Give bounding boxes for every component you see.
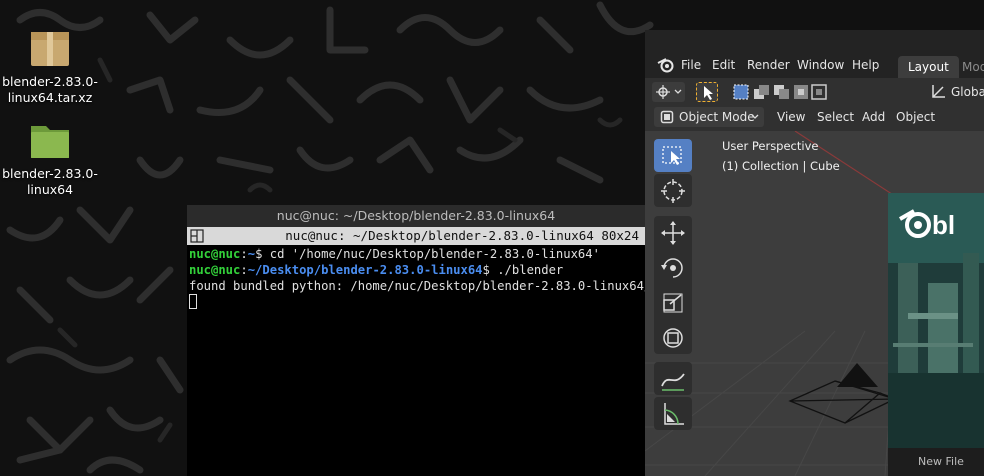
menu-window[interactable]: Window <box>797 58 844 72</box>
chevron-down-icon <box>751 114 759 119</box>
mode-dropdown-label: Object Mode <box>679 110 755 124</box>
prompt-path: ~ <box>247 247 256 261</box>
splash-screen[interactable]: bl <box>888 193 984 476</box>
transform-icon <box>663 328 683 348</box>
selection-mode-icons[interactable] <box>732 83 828 101</box>
transform-orientation-dropdown[interactable]: Global <box>951 85 984 99</box>
workspace-tab-layout[interactable]: Layout <box>898 56 959 78</box>
blender-window[interactable]: File Edit Render Window Help Layout Mod <box>645 30 984 476</box>
terminal-output[interactable]: nuc@nuc:~$ cd '/home/nuc/Desktop/blender… <box>187 245 645 311</box>
tool-cursor[interactable] <box>654 174 692 207</box>
annotate-icon <box>661 373 685 391</box>
desktop-icon-archive[interactable]: blender-2.83.0- linux64.tar.xz <box>0 26 105 106</box>
cursor-icon <box>661 179 685 203</box>
split-view-icon[interactable] <box>190 229 204 243</box>
workspace-tab-modeling[interactable]: Mod <box>952 56 984 78</box>
terminal-output-line: found bundled python: /home/nuc/Desktop/… <box>189 279 645 293</box>
terminal-cursor <box>189 294 197 309</box>
viewport-header: Object Mode View Select Add Object <box>645 106 984 131</box>
3d-viewport[interactable]: User Perspective (1) Collection | Cube b… <box>645 131 984 476</box>
move-icon <box>661 221 685 245</box>
prompt-command: cd '/home/nuc/Desktop/blender-2.83.0-lin… <box>269 247 600 261</box>
terminal-tabbar[interactable]: nuc@nuc: ~/Desktop/blender-2.83.0-linux6… <box>187 227 645 245</box>
archive-icon <box>31 32 69 66</box>
menu-edit[interactable]: Edit <box>712 58 735 72</box>
header-menu-select[interactable]: Select <box>810 107 861 127</box>
rotate-icon <box>661 258 683 278</box>
tool-measure[interactable] <box>654 397 692 430</box>
object-mode-icon <box>660 110 674 124</box>
splash-logo-text: bl <box>932 210 955 240</box>
header-menu-add[interactable]: Add <box>855 107 892 127</box>
select-mode-button[interactable] <box>696 82 718 102</box>
prompt-user: nuc@nuc <box>189 247 241 261</box>
viewport-perspective-label: User Perspective <box>722 139 819 153</box>
tool-rotate[interactable] <box>654 251 692 284</box>
transform-pivot-icon <box>656 85 682 99</box>
tool-annotate[interactable] <box>654 362 692 395</box>
viewport-collection-label: (1) Collection | Cube <box>722 159 840 173</box>
terminal-line: nuc@nuc:~/Desktop/blender-2.83.0-linux64… <box>189 263 564 277</box>
tool-scale[interactable] <box>654 286 692 319</box>
tool-options-dropdown[interactable] <box>652 82 685 102</box>
cursor-arrow-icon <box>704 86 713 100</box>
transform-orientation-icon <box>932 85 945 98</box>
select-box-icon <box>662 146 682 165</box>
terminal-line: nuc@nuc:~$ cd '/home/nuc/Desktop/blender… <box>189 247 600 261</box>
desktop-icon-folder[interactable]: blender-2.83.0- linux64 <box>0 118 105 198</box>
prompt-user: nuc@nuc <box>189 263 241 277</box>
blender-logo-icon[interactable] <box>657 57 675 73</box>
blender-tool-settings: Global <box>645 78 984 106</box>
measure-icon <box>664 403 684 425</box>
tool-move[interactable] <box>654 216 692 249</box>
terminal-titlebar[interactable]: nuc@nuc: ~/Desktop/blender-2.83.0-linux6… <box>187 205 645 227</box>
new-file-button[interactable]: New File <box>888 448 984 476</box>
folder-icon <box>31 126 69 158</box>
splash-artwork: bl <box>888 193 984 476</box>
tool-transform[interactable] <box>654 321 692 354</box>
prompt-path: ~/Desktop/blender-2.83.0-linux64 <box>247 263 483 277</box>
terminal-tab-title[interactable]: nuc@nuc: ~/Desktop/blender-2.83.0-linux6… <box>213 227 639 245</box>
blender-topbar: File Edit Render Window Help Layout Mod <box>645 30 984 78</box>
scale-icon <box>663 293 683 313</box>
desktop-icon-label: blender-2.83.0- linux64 <box>2 166 98 197</box>
menu-render[interactable]: Render <box>747 58 790 72</box>
header-menu-view[interactable]: View <box>770 107 812 127</box>
prompt-command: ./blender <box>497 263 564 277</box>
terminal-window[interactable]: nuc@nuc: ~/Desktop/blender-2.83.0-linux6… <box>187 205 645 476</box>
tool-select-box[interactable] <box>654 139 692 172</box>
menu-help[interactable]: Help <box>852 58 879 72</box>
header-menu-object[interactable]: Object <box>889 107 942 127</box>
menu-file[interactable]: File <box>681 58 701 72</box>
desktop-icon-label: blender-2.83.0- linux64.tar.xz <box>2 74 98 105</box>
mode-dropdown[interactable]: Object Mode <box>654 107 764 127</box>
